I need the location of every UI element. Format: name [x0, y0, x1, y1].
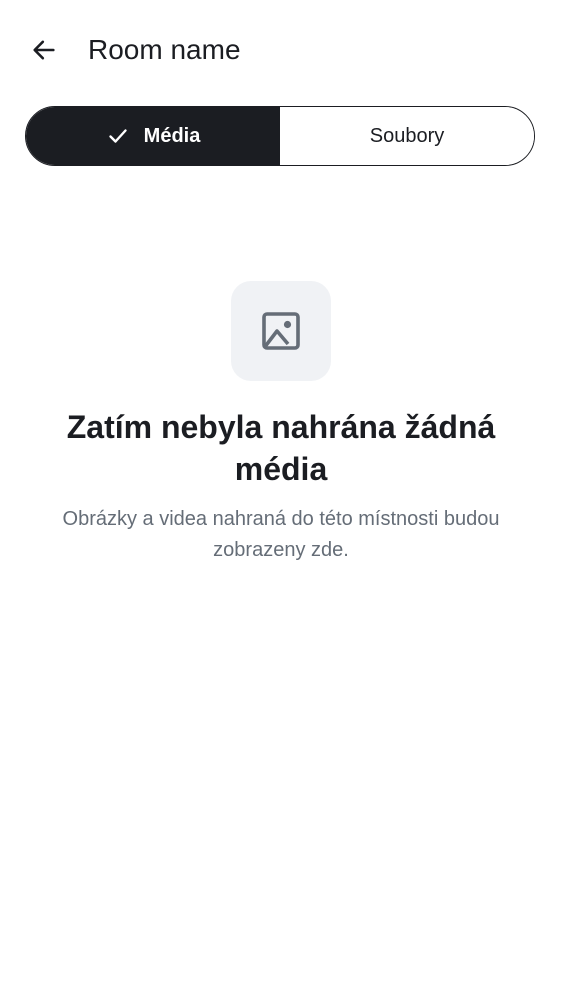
- tab-files-label: Soubory: [369, 124, 445, 147]
- back-button[interactable]: [22, 28, 66, 72]
- empty-state-title: Zatím nebyla nahrána žádná média: [66, 409, 496, 487]
- image-icon: [262, 312, 300, 350]
- room-title: Room name: [88, 34, 241, 65]
- empty-state-icon-container: [231, 281, 331, 381]
- media-files-segmented-control: Média Soubory: [25, 106, 535, 166]
- top-app-bar: Room name: [0, 0, 562, 100]
- tab-media[interactable]: Média: [26, 107, 280, 165]
- arrow-left-icon: [33, 40, 55, 60]
- empty-state-description: Obrázky a videa nahraná do této místnost…: [62, 508, 500, 561]
- check-icon: [106, 124, 130, 148]
- tab-files[interactable]: Soubory: [280, 107, 534, 165]
- tab-media-label: Média: [143, 124, 201, 147]
